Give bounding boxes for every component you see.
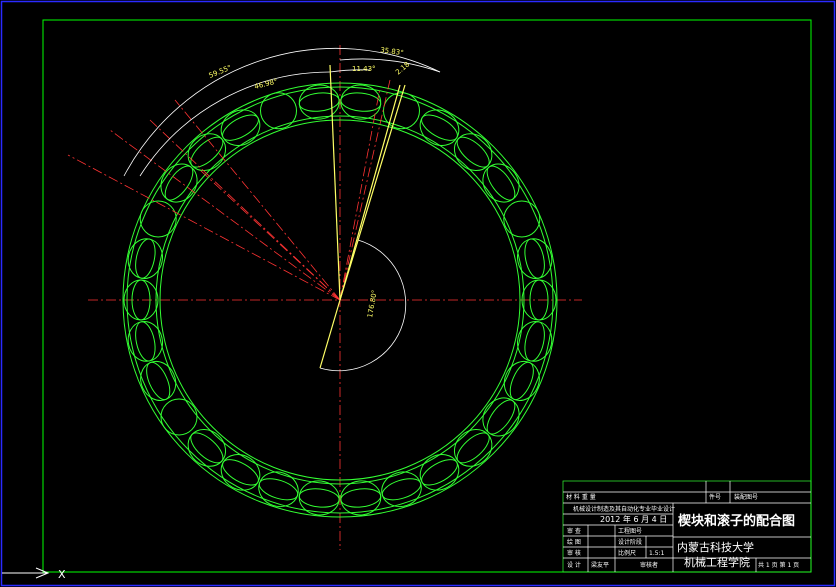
wedge-block <box>453 133 493 172</box>
tb-drawing-no-label: 装配图号 <box>734 493 758 501</box>
wedge-contact-lines <box>319 64 406 369</box>
radial-ray <box>199 169 341 301</box>
wedge-block <box>340 84 382 120</box>
roller <box>503 200 541 238</box>
dim-angle-mid: 11.43° <box>352 65 376 73</box>
tb-checker: 审核者 <box>640 561 658 569</box>
tb-sheet: 共 1 页 第 1 页 <box>758 561 799 569</box>
wedge-inner-arc <box>340 92 382 112</box>
wedge-inner-arc <box>298 488 340 508</box>
wedge-inner-arc <box>190 136 224 168</box>
inner-frame <box>42 19 812 573</box>
dim-angle-big: 176.80° <box>366 289 379 318</box>
wedge-inner-arc <box>146 361 171 401</box>
ucs-icon <box>2 567 50 579</box>
wedge-inner-arc <box>190 432 224 464</box>
tb-designer: 梁友平 <box>591 561 609 569</box>
tb-college: 机械工程学院 <box>684 555 750 569</box>
cad-drawing-canvas[interactable]: 59.55° 46.98° 11.43° 35.83° 2.18 176.80°… <box>0 0 836 587</box>
wedge-inner-arc <box>164 165 194 201</box>
roller <box>139 200 177 238</box>
wedge-inner-arc <box>524 321 545 362</box>
tb-course-line: 机械设计制造及其自动化专业毕业设计 <box>573 505 675 513</box>
tb-material-label: 材 料 重 量 <box>566 493 596 501</box>
wedge-block <box>298 480 340 516</box>
roller <box>260 92 298 130</box>
wedge-inner-arc <box>486 399 516 435</box>
tb-row-design: 设 计 <box>567 561 581 569</box>
tb-part-no-label: 件号 <box>709 493 721 501</box>
tb-cell-stage: 设计阶段 <box>618 538 642 546</box>
wedge-block <box>453 428 493 467</box>
wedge-block <box>340 480 382 516</box>
wedge-inner-arc <box>486 165 516 201</box>
wedge-inner-arc <box>456 136 490 168</box>
tb-cell-scale: 1.5:1 <box>649 550 665 557</box>
tb-drawing-title: 楔块和滚子的配合图 <box>678 513 795 529</box>
radial-ray <box>339 79 391 301</box>
tb-university: 内蒙古科技大学 <box>677 540 754 554</box>
wedge-inner-arc <box>456 432 490 464</box>
wedge-inner-arc <box>298 92 340 112</box>
wedge-inner-arc <box>135 321 156 362</box>
radial-ray <box>174 99 341 301</box>
wedge-block <box>187 133 227 172</box>
dim-angle-right: 35.83° <box>380 46 404 57</box>
wedge-inner-arc <box>135 238 156 279</box>
dim-angle-inner-left: 46.98° <box>254 77 279 90</box>
wedge-inner-arc <box>524 238 545 279</box>
tb-cell-drawing-no: 工程图号 <box>618 527 642 535</box>
tb-row-draw: 绘 图 <box>567 538 581 546</box>
wedge-block <box>187 428 227 467</box>
wedge-block <box>298 84 340 120</box>
tb-date: 2012 年 6 月 4 日 <box>600 514 667 524</box>
wedge-inner-arc <box>340 488 382 508</box>
wedge-inner-arc <box>509 361 534 401</box>
dim-angle-small: 2.18 <box>394 60 411 76</box>
dim-angle-outer-left: 59.55° <box>208 64 233 80</box>
tb-cell-scale-label: 比例尺 <box>618 549 636 557</box>
dimension-arcs <box>123 48 441 372</box>
tb-row-check: 审 核 <box>567 549 581 557</box>
roller <box>160 398 198 436</box>
ucs-axis-label: X <box>58 568 66 581</box>
tb-row-review: 审 查 <box>567 527 581 535</box>
